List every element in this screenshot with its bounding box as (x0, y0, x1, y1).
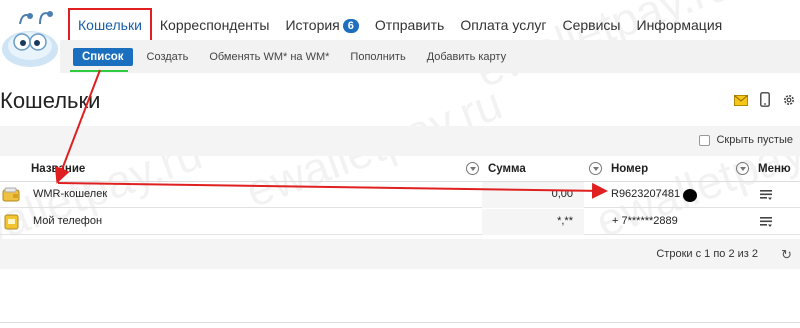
filter-icon[interactable] (466, 162, 479, 175)
wallet-name[interactable]: WMR-кошелек (33, 188, 107, 200)
divider (0, 322, 800, 323)
hide-empty-checkbox[interactable] (699, 134, 711, 146)
webmoney-logo[interactable] (0, 4, 60, 74)
nav-correspondents[interactable]: Корреспонденты (152, 8, 278, 42)
subnav-exchange[interactable]: Обменять WM* на WM* (209, 51, 329, 63)
mobile-phone-icon[interactable] (760, 92, 770, 112)
wallet-icon (2, 186, 20, 207)
wallet-sum: 0,00 (551, 188, 573, 200)
table-header: Название Сумма Номер Меню (0, 158, 800, 182)
column-header-menu: Меню (758, 163, 791, 175)
history-count-badge: 6 (342, 19, 359, 33)
wallet-number[interactable]: R9623207481 (611, 188, 680, 200)
page-title: Кошельки (0, 88, 101, 113)
highlight-underline (70, 70, 128, 72)
subnav-create[interactable]: Создать (147, 51, 189, 63)
nav-send[interactable]: Отправить (367, 8, 452, 42)
wallet-number[interactable]: + 7******2889 (612, 215, 678, 227)
subnav-add-card[interactable]: Добавить карту (427, 51, 506, 63)
subnav-topup[interactable]: Пополнить (350, 51, 405, 63)
refresh-icon[interactable]: ↻ (781, 247, 792, 263)
nav-history-label: История (285, 17, 340, 33)
main-nav: Кошельки Корреспонденты История 6 Отправи… (68, 8, 730, 42)
mail-icon[interactable] (734, 93, 748, 111)
table-row[interactable]: Мой телефон *,** + 7******2889 (0, 209, 800, 235)
filter-icon[interactable] (589, 162, 602, 175)
nav-history[interactable]: История 6 (277, 8, 366, 42)
subnav-list[interactable]: Список (73, 47, 133, 66)
column-header-number[interactable]: Номер (611, 163, 648, 175)
phone-wallet-icon (4, 213, 20, 234)
wallet-sum: *,** (557, 215, 573, 227)
table-footer: Строки с 1 по 2 из 2 ↻ (0, 239, 800, 269)
row-menu-icon[interactable] (760, 189, 772, 201)
sub-nav: Список Создать Обменять WM* на WM* Попол… (60, 40, 800, 73)
filter-icon[interactable] (736, 162, 749, 175)
gear-icon[interactable] (782, 93, 796, 112)
hide-empty-toggle[interactable]: Скрыть пустые (699, 134, 793, 146)
column-header-sum[interactable]: Сумма (488, 163, 526, 175)
filter-bar: Скрыть пустые (0, 126, 800, 156)
hide-empty-label: Скрыть пустые (716, 134, 793, 146)
column-header-name[interactable]: Название (31, 163, 85, 175)
table-row[interactable]: WMR-кошелек 0,00 R9623207481 (0, 182, 800, 208)
nav-services[interactable]: Сервисы (554, 8, 628, 42)
row-menu-icon[interactable] (760, 216, 772, 228)
wallet-name[interactable]: Мой телефон (33, 215, 102, 227)
nav-information[interactable]: Информация (629, 8, 731, 42)
page-actions (734, 92, 796, 112)
nav-pay-services[interactable]: Оплата услуг (452, 8, 554, 42)
nav-wallets[interactable]: Кошельки (68, 8, 152, 42)
pagination-info: Строки с 1 по 2 из 2 (656, 248, 758, 260)
redaction-mark (683, 189, 697, 202)
